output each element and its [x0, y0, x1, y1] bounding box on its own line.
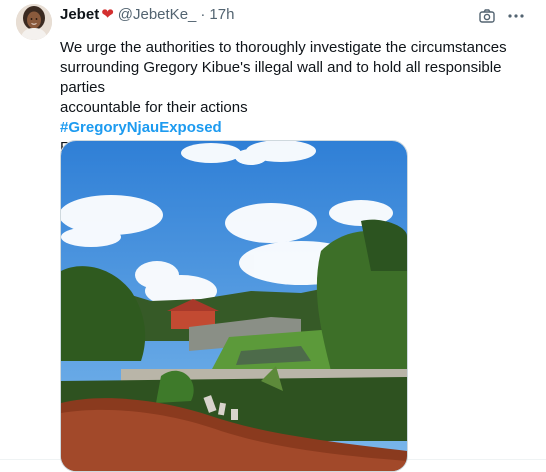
- display-name[interactable]: Jebet: [60, 6, 99, 23]
- tweet-header: Jebet ❤ @JebetKe_ · 17h: [60, 4, 234, 24]
- avatar-image: [16, 4, 52, 40]
- photo-wall-garden: [61, 141, 407, 471]
- tweet-body-line: surrounding Gregory Kibue's illegal wall…: [60, 59, 502, 96]
- tweet-body-line: We urge the authorities to thoroughly in…: [60, 39, 507, 56]
- heart-emoji: ❤: [101, 5, 114, 23]
- tweet-actions-top: [479, 9, 524, 23]
- tweet-body-line: accountable for their actions: [60, 99, 248, 116]
- user-handle[interactable]: @JebetKe_: [118, 6, 197, 23]
- tweet-photo[interactable]: [60, 140, 408, 472]
- timestamp[interactable]: 17h: [209, 6, 234, 23]
- more-options-icon[interactable]: [508, 14, 524, 18]
- separator-dot: ·: [200, 5, 206, 23]
- tweet-card[interactable]: Jebet ❤ @JebetKe_ · 17h We urge the auth…: [0, 0, 546, 472]
- avatar[interactable]: [16, 4, 52, 40]
- hashtag-link[interactable]: #GregoryNjauExposed: [60, 118, 520, 138]
- camera-icon[interactable]: [479, 9, 495, 23]
